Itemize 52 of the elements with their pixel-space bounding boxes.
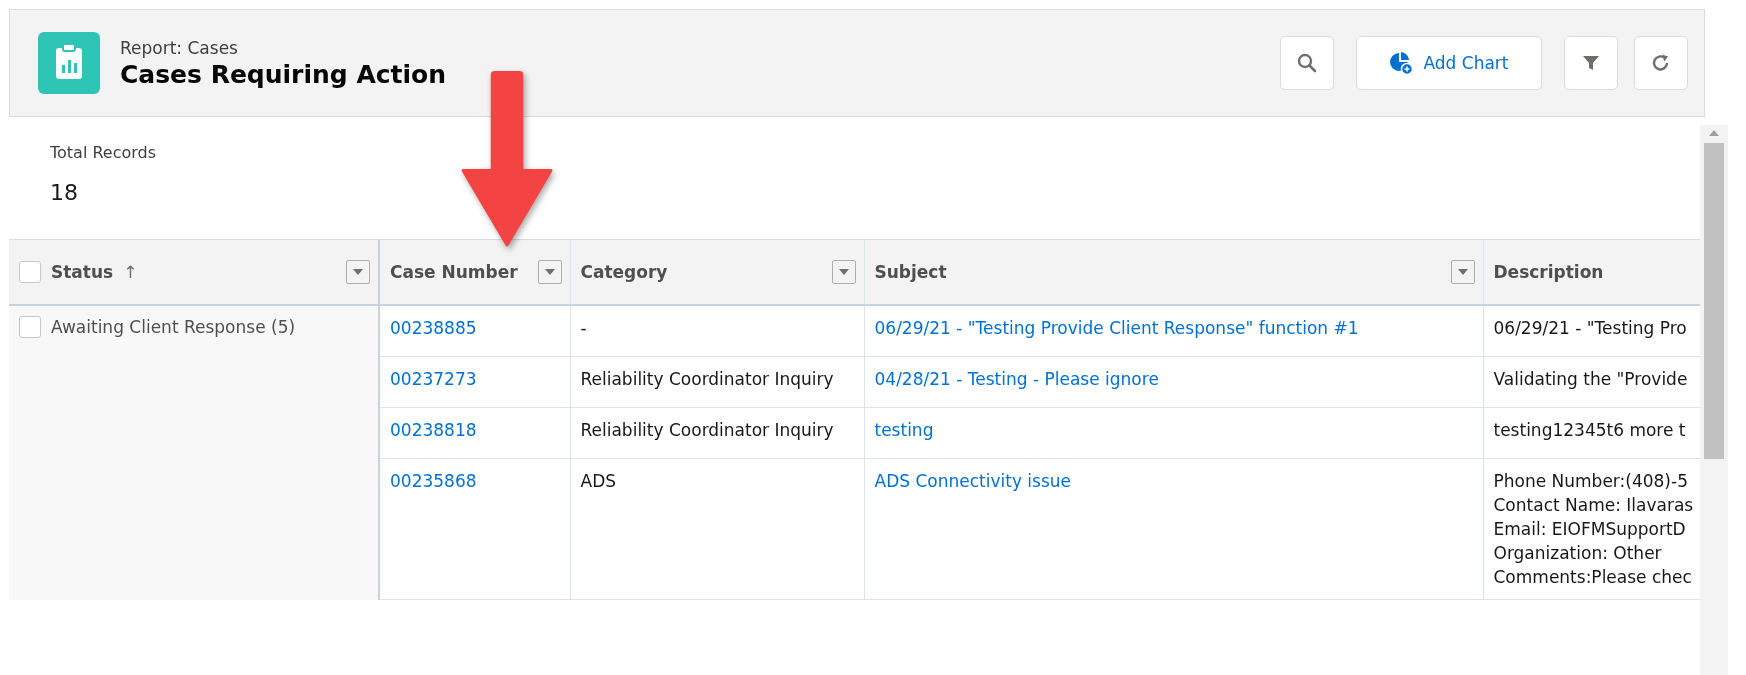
checkbox[interactable] xyxy=(19,316,41,338)
column-header[interactable]: Status ↑ xyxy=(9,239,379,305)
column-header[interactable]: Description xyxy=(1483,239,1700,305)
subject-link[interactable]: 04/28/21 - Testing - Please ignore xyxy=(874,369,1159,389)
description-line: 06/29/21 - "Testing Pro xyxy=(1493,318,1688,338)
scrollbar[interactable] xyxy=(1700,125,1728,675)
report-type: Report: Cases xyxy=(120,37,239,58)
caret-icon xyxy=(1457,269,1468,275)
table-cell: Reliability Coordinator Inquiry xyxy=(570,356,864,408)
caret-icon xyxy=(353,269,363,275)
description-line: Organization: Other xyxy=(1493,543,1663,563)
table-cell: Reliability Coordinator Inquiry xyxy=(570,407,864,459)
search-button[interactable] xyxy=(1280,36,1334,90)
sort-indicator: ↑ xyxy=(123,262,138,282)
group-label: Awaiting Client Response (5) xyxy=(51,317,296,337)
column-header[interactable]: Category xyxy=(570,239,864,305)
scroll-up-icon[interactable] xyxy=(1708,129,1720,137)
pie-chart-icon xyxy=(1389,51,1414,75)
subject-link[interactable]: 06/29/21 - "Testing Provide Client Response" function #1 xyxy=(874,318,1359,338)
column-menu-button[interactable] xyxy=(346,260,370,284)
subject-link[interactable]: ADS Connectivity issue xyxy=(874,471,1071,491)
table-cell: ADS xyxy=(570,458,864,600)
column-menu-button[interactable] xyxy=(537,260,562,284)
subject-link[interactable]: testing xyxy=(874,420,934,440)
table-cell: - xyxy=(570,305,864,357)
scrollbar-thumb[interactable] xyxy=(1704,143,1724,459)
column-header[interactable]: Subject xyxy=(864,239,1483,305)
filter-button[interactable] xyxy=(1564,36,1618,90)
case-number-link[interactable]: 00235868 xyxy=(390,471,477,491)
description-line: Comments:Please chec xyxy=(1493,567,1690,587)
report-icon xyxy=(38,32,100,94)
filter-icon xyxy=(1582,54,1600,72)
refresh-icon xyxy=(1651,53,1671,73)
case-number-link[interactable]: 00238885 xyxy=(390,318,477,338)
column-menu-button[interactable] xyxy=(1450,260,1475,284)
case-number-link[interactable]: 00237273 xyxy=(390,369,477,389)
description-line: Validating the "Provide xyxy=(1493,369,1689,389)
refresh-button[interactable] xyxy=(1634,36,1688,90)
add-chart-button[interactable]: Add Chart xyxy=(1356,36,1542,90)
column-menu-button[interactable] xyxy=(831,260,856,284)
total-records-label: Total Records xyxy=(50,143,158,162)
report-title: Cases Requiring Action xyxy=(120,59,448,89)
checkbox[interactable] xyxy=(19,261,41,283)
total-records-value: 18 xyxy=(50,180,79,205)
caret-icon xyxy=(838,269,849,275)
case-number-link[interactable]: 00238818 xyxy=(390,420,477,440)
description-line: testing12345t6 more t xyxy=(1493,420,1687,440)
search-icon xyxy=(1297,53,1317,73)
caret-icon xyxy=(544,269,555,275)
description-line: Email: EIOFMSupportD xyxy=(1493,519,1687,539)
description-line: Phone Number:(408)-5 xyxy=(1493,471,1689,491)
column-header[interactable]: Case Number xyxy=(379,239,570,305)
